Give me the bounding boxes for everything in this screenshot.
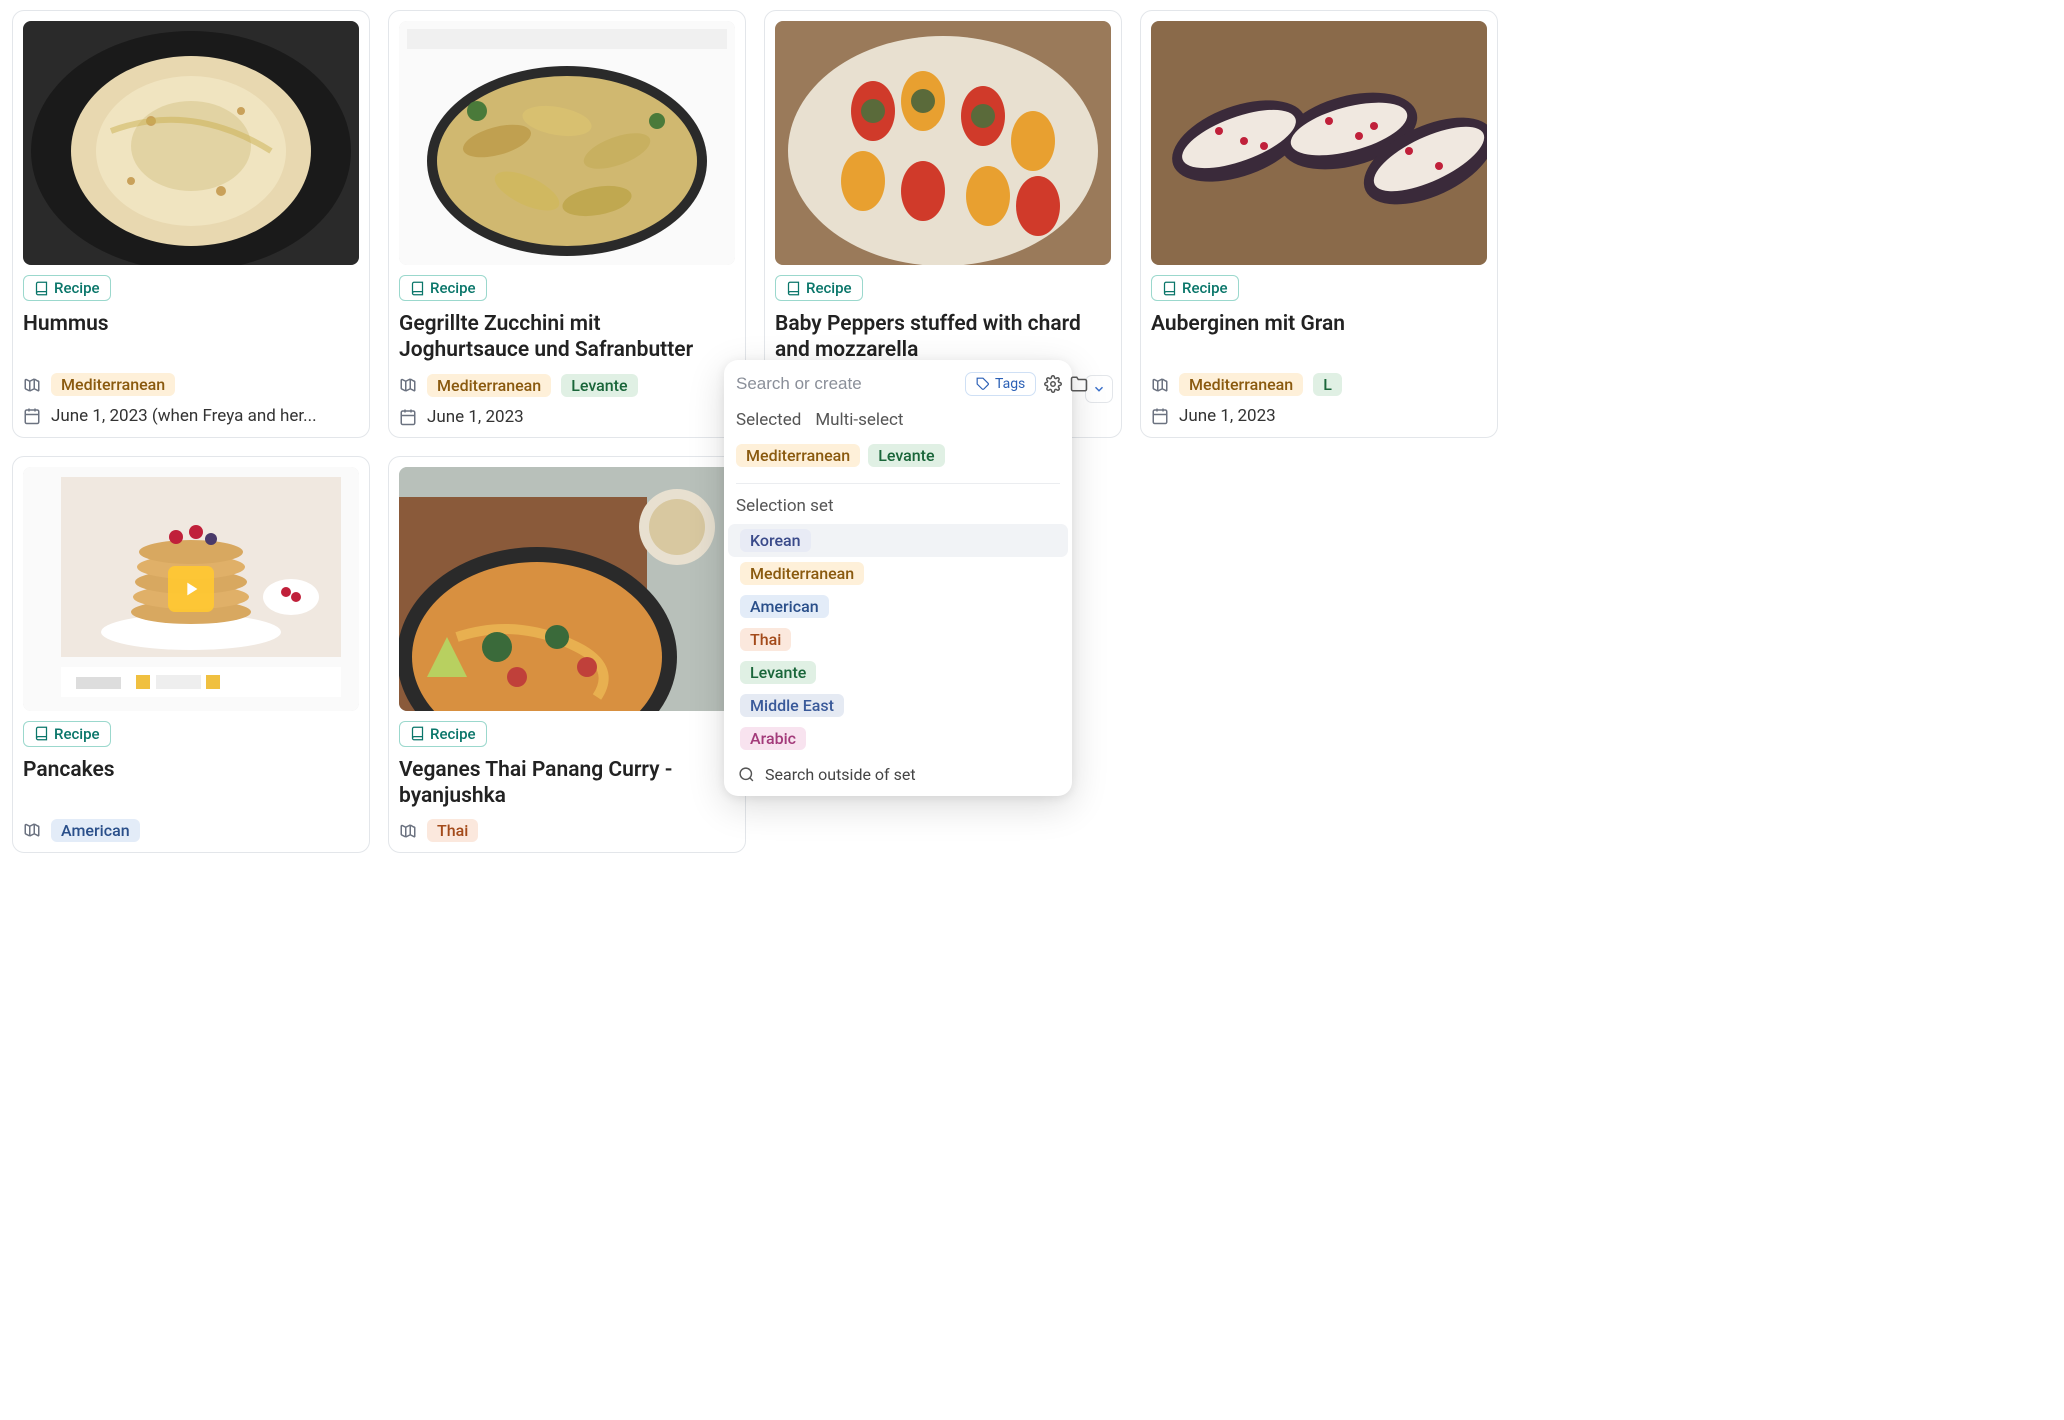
- search-icon: [738, 766, 755, 783]
- set-option-label: Thai: [740, 628, 791, 651]
- type-label: Recipe: [430, 725, 476, 743]
- cuisine-row: Mediterranean: [23, 373, 359, 396]
- cuisine-tag[interactable]: Mediterranean: [1179, 373, 1303, 396]
- book-icon: [410, 726, 425, 741]
- set-option[interactable]: American: [728, 590, 1068, 623]
- set-option-label: Middle East: [740, 694, 844, 717]
- recipe-title: Auberginen mit Gran: [1151, 311, 1487, 363]
- search-input[interactable]: [736, 374, 957, 394]
- recipe-title: Baby Peppers stuffed with chard and mozz…: [775, 311, 1111, 364]
- cuisine-row: Mediterranean L: [1151, 373, 1487, 396]
- date-text: June 1, 2023: [1179, 406, 1276, 426]
- date-text: June 1, 2023 (when Freya and her...: [51, 406, 317, 426]
- set-option-label: Mediterranean: [740, 562, 864, 585]
- recipe-image: [399, 21, 735, 265]
- book-icon: [410, 281, 425, 296]
- selection-set-list: Korean Mediterranean American Thai Levan…: [724, 524, 1072, 755]
- type-badge: Recipe: [23, 721, 111, 747]
- set-option[interactable]: Middle East: [728, 689, 1068, 722]
- map-icon: [399, 376, 417, 394]
- book-icon: [34, 281, 49, 296]
- recipe-title: Gegrillte Zucchini mit Joghurtsauce und …: [399, 311, 735, 364]
- book-icon: [34, 726, 49, 741]
- cuisine-row: American: [23, 819, 359, 842]
- recipe-card[interactable]: Recipe Gegrillte Zucchini mit Joghurtsau…: [388, 10, 746, 438]
- recipe-card[interactable]: Recipe Veganes Thai Panang Curry - byanj…: [388, 456, 746, 854]
- search-outside-set[interactable]: Search outside of set: [724, 755, 1072, 784]
- type-label: Recipe: [1182, 279, 1228, 297]
- map-icon: [23, 821, 41, 839]
- type-badge: Recipe: [399, 275, 487, 301]
- calendar-icon: [399, 408, 417, 426]
- date-row: June 1, 2023: [399, 407, 735, 427]
- calendar-icon: [23, 407, 41, 425]
- recipe-title: Veganes Thai Panang Curry - byanjushka: [399, 757, 735, 810]
- set-option[interactable]: Levante: [728, 656, 1068, 689]
- divider: [736, 483, 1060, 484]
- type-badge: Recipe: [1151, 275, 1239, 301]
- multiselect-label: Multi-select: [815, 410, 903, 430]
- selected-label: Selected: [736, 410, 801, 430]
- book-icon: [786, 281, 801, 296]
- tag-icon: [976, 377, 990, 391]
- recipe-card[interactable]: Recipe Hummus Mediterranean June 1, 2023…: [12, 10, 370, 438]
- type-label: Recipe: [806, 279, 852, 297]
- cuisine-tag[interactable]: Mediterranean: [51, 373, 175, 396]
- date-row: June 1, 2023: [1151, 406, 1487, 426]
- type-label: Recipe: [54, 725, 100, 743]
- set-option-label: Levante: [740, 661, 816, 684]
- cuisine-row: Thai: [399, 819, 735, 842]
- type-badge: Recipe: [23, 275, 111, 301]
- map-icon: [23, 376, 41, 394]
- tags-chip-label: Tags: [995, 376, 1025, 392]
- set-option[interactable]: Korean: [728, 524, 1068, 557]
- cuisine-tag[interactable]: Thai: [427, 819, 478, 842]
- map-icon: [1151, 376, 1169, 394]
- recipe-card[interactable]: Recipe Pancakes American: [12, 456, 370, 854]
- cuisine-tag[interactable]: American: [51, 819, 140, 842]
- set-option[interactable]: Thai: [728, 623, 1068, 656]
- selected-tag[interactable]: Levante: [868, 444, 944, 467]
- type-badge: Recipe: [775, 275, 863, 301]
- search-outside-label: Search outside of set: [765, 765, 916, 784]
- cuisine-tag[interactable]: Levante: [561, 374, 637, 397]
- tag-picker-popup: Tags Selected Multi-select Mediterranean…: [724, 360, 1072, 796]
- cuisine-row: Mediterranean Levante: [399, 374, 735, 397]
- cuisine-tag[interactable]: Mediterranean: [427, 374, 551, 397]
- book-icon: [1162, 281, 1177, 296]
- type-badge: Recipe: [399, 721, 487, 747]
- type-label: Recipe: [430, 279, 476, 297]
- recipe-image: [1151, 21, 1487, 265]
- map-icon: [399, 822, 417, 840]
- gear-icon: [1044, 375, 1062, 393]
- folder-button[interactable]: [1070, 373, 1088, 395]
- recipe-image: [399, 467, 735, 711]
- cuisine-tag[interactable]: L: [1313, 373, 1342, 396]
- recipe-card[interactable]: Recipe Auberginen mit Gran Mediterranean…: [1140, 10, 1498, 438]
- chevron-down-icon: [1092, 382, 1106, 396]
- set-option-label: American: [740, 595, 829, 618]
- date-row: June 1, 2023 (when Freya and her...: [23, 406, 359, 426]
- recipe-title: Pancakes: [23, 757, 359, 809]
- selected-tag[interactable]: Mediterranean: [736, 444, 860, 467]
- selected-tags: Mediterranean Levante: [736, 444, 1060, 467]
- folder-icon: [1070, 375, 1088, 393]
- recipe-image: [775, 21, 1111, 265]
- recipe-title: Hummus: [23, 311, 359, 363]
- calendar-icon: [1151, 407, 1169, 425]
- recipe-image: [23, 467, 359, 711]
- recipe-image: [23, 21, 359, 265]
- set-option[interactable]: Arabic: [728, 722, 1068, 755]
- selection-set-title: Selection set: [724, 490, 1072, 524]
- set-option-label: Korean: [740, 529, 811, 552]
- date-text: June 1, 2023: [427, 407, 524, 427]
- tags-filter-chip[interactable]: Tags: [965, 372, 1036, 396]
- settings-button[interactable]: [1044, 373, 1062, 395]
- card-dropdown-button[interactable]: [1085, 375, 1113, 403]
- set-option[interactable]: Mediterranean: [728, 557, 1068, 590]
- set-option-label: Arabic: [740, 727, 806, 750]
- play-icon[interactable]: [168, 566, 214, 612]
- type-label: Recipe: [54, 279, 100, 297]
